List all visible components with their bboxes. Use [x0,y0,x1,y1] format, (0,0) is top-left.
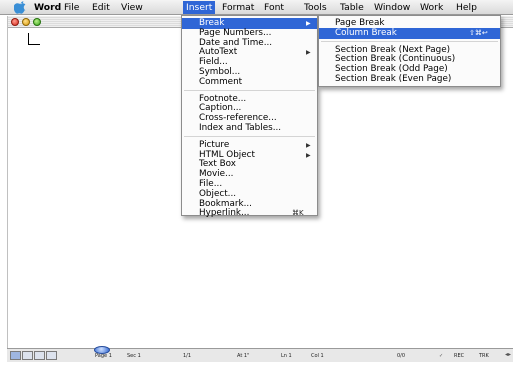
menu-edit[interactable]: Edit [92,1,110,14]
menu-window[interactable]: Window [374,1,410,14]
menu-format[interactable]: Format [222,1,254,14]
insert-menu-item-comment[interactable]: Comment [182,77,317,88]
menu-item-label: Picture [199,139,230,150]
menu-item-shortcut: ⌘K [292,209,304,218]
status-page-count: 1/1 [183,353,192,359]
menu-item-label: Symbol... [199,67,241,77]
menu-separator [321,40,498,42]
menu-item-label: Field... [199,57,228,68]
menu-font[interactable]: Font [264,1,284,14]
menu-work[interactable]: Work [420,1,443,14]
status-word-count: 0/0 [397,353,406,359]
online-layout-view-button[interactable] [22,351,33,360]
outline-view-button[interactable] [46,351,57,360]
status-at: At 1" [237,353,250,359]
menu-help[interactable]: Help [456,1,477,14]
menu-view[interactable]: View [121,1,143,14]
menu-item-label: Movie... [199,169,234,180]
menu-separator [184,135,315,137]
menu-item-label: Cross-reference... [199,113,277,124]
menu-item-label: Object... [199,188,237,199]
scroll-arrows-icon[interactable]: ◂▸ [505,351,511,358]
break-menu-item-column-break[interactable]: Column Break ⇧⌘↩ [319,27,500,39]
menu-item-label: HTML Object [199,149,255,160]
menu-item-label: Section Break (Continuous) [335,54,456,65]
menu-file[interactable]: File [64,1,79,14]
menu-item-label: Date and Time... [199,37,273,48]
close-window-button[interactable] [11,18,19,26]
status-column: Col 1 [311,353,324,359]
page-layout-view-button[interactable] [34,351,45,360]
zoom-window-button[interactable] [33,18,41,26]
status-line: Ln 1 [281,353,292,359]
apple-menu-icon[interactable] [14,1,27,14]
menu-item-label: Section Break (Even Page) [335,74,452,84]
menu-item-label: Section Break (Odd Page) [335,64,448,75]
menu-item-label: Break [199,18,225,28]
insert-menu-item-index-and-tables[interactable]: Index and Tables... [182,123,317,134]
menu-item-label: File... [199,179,223,189]
menu-item-label: Caption... [199,103,242,114]
menu-item-label: Text Box [199,159,236,170]
status-page: Page 1 [95,353,112,359]
menu-item-label: Footnote... [199,93,247,104]
end-of-document-marker [28,44,40,45]
menu-item-label: Column Break [335,27,397,38]
view-buttons [10,351,57,360]
status-rec[interactable]: REC [454,352,464,360]
menu-tools[interactable]: Tools [304,1,327,14]
menu-item-label: Bookmark... [199,198,252,209]
menu-word[interactable]: Word [34,1,61,14]
insert-menu: Break ▶ Page Numbers... Date and Time... Aut… [181,15,318,219]
menu-table[interactable]: Table [340,1,364,14]
menu-insert[interactable]: Insert [183,1,216,14]
menu-item-label: Hyperlink... [199,208,250,219]
normal-view-button[interactable] [10,351,21,360]
menu-item-label: Section Break (Next Page) [335,44,451,55]
menu-item-label: Index and Tables... [199,123,282,133]
menu-item-label: Page Numbers... [199,27,272,38]
break-menu-item-section-break-even-page[interactable]: Section Break (Even Page) [319,74,500,85]
spelling-status-icon: ✓ [439,353,444,359]
menu-separator [184,89,315,91]
menu-item-label: Page Break [335,18,385,28]
minimize-window-button[interactable] [22,18,30,26]
insert-menu-item-hyperlink[interactable]: Hyperlink... ⌘K [182,208,317,219]
menu-item-shortcut: ⇧⌘↩ [469,28,488,37]
status-trk[interactable]: TRK [479,352,489,360]
menu-item-label: AutoText [199,47,238,58]
break-submenu: Page Break Column Break ⇧⌘↩ Section Break (… [318,15,501,87]
status-section: Sec 1 [127,353,141,359]
status-bar: Page 1 Sec 1 1/1 At 1" Ln 1 Col 1 0/0 ✓ … [7,346,513,362]
menu-bar: Word File Edit View Insert Format Font T… [0,0,513,15]
menu-item-label: Comment [199,76,243,87]
